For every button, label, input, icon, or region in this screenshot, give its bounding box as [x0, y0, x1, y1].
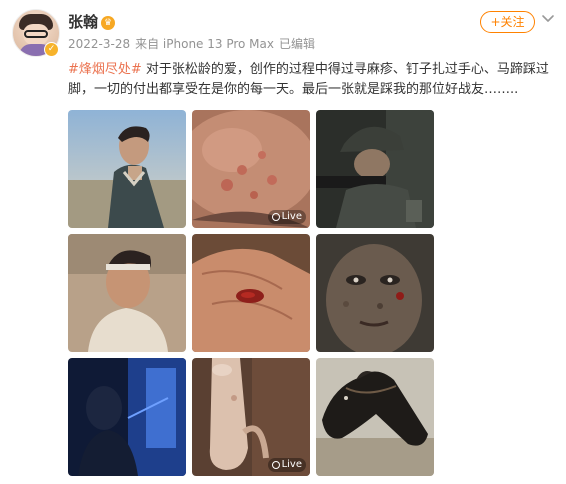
image-1[interactable]: [68, 110, 186, 228]
weibo-post-card: ✓ 张翰 ♛ 2022-3-28 来自 iPhone 13 Pro Max 已编辑 …: [0, 0, 566, 484]
vip-crown-icon[interactable]: ♛: [101, 16, 115, 30]
image-7[interactable]: [68, 358, 186, 476]
image-6[interactable]: [316, 234, 434, 352]
image-4-man-headband: [68, 234, 186, 352]
live-badge: Live: [267, 458, 306, 472]
author-name[interactable]: 张翰: [68, 12, 98, 32]
image-9[interactable]: [316, 358, 434, 476]
live-badge: Live: [267, 210, 306, 224]
image-3[interactable]: [316, 110, 434, 228]
image-6-mud-face: [316, 234, 434, 352]
image-4[interactable]: [68, 234, 186, 352]
image-8[interactable]: Live: [192, 358, 310, 476]
post-date[interactable]: 2022-3-28: [68, 37, 130, 51]
image-5-wounded-palm: [192, 234, 310, 352]
chevron-down-icon[interactable]: [539, 10, 557, 28]
post-text: #烽烟尽处# 对于张松龄的爱，创作的过程中得过寻麻疹、钉子扎过手心、马蹄踩过脚，…: [68, 60, 556, 100]
image-5[interactable]: [192, 234, 310, 352]
image-7-blue-scene: [68, 358, 186, 476]
image-grid: Live Live: [68, 110, 434, 476]
post-source: 来自 iPhone 13 Pro Max: [135, 37, 274, 51]
topic-link[interactable]: #烽烟尽处#: [68, 62, 142, 77]
follow-button[interactable]: +关注: [480, 11, 535, 33]
image-2[interactable]: Live: [192, 110, 310, 228]
verified-badge-icon: ✓: [44, 42, 59, 57]
post-meta: 2022-3-28 来自 iPhone 13 Pro Max 已编辑: [68, 36, 320, 52]
avatar-glasses: [24, 30, 48, 38]
image-1-man-jacket: [68, 110, 186, 228]
image-3-soldier-helmet: [316, 110, 434, 228]
image-9-black-horse: [316, 358, 434, 476]
edited-label[interactable]: 已编辑: [279, 37, 315, 51]
